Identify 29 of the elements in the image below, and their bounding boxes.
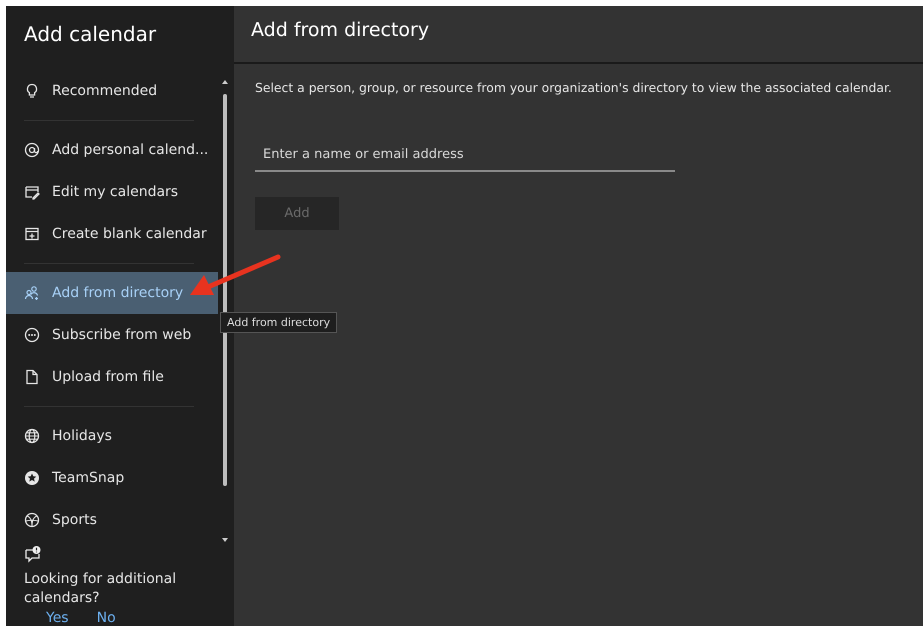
panel-title: Add from directory <box>234 6 923 64</box>
at-sign-icon <box>24 142 40 158</box>
sidebar-item[interactable]: Create blank calendar <box>6 213 218 255</box>
yes-link[interactable]: Yes <box>46 610 69 626</box>
edit-calendar-icon <box>24 184 40 200</box>
bulb-icon <box>24 83 40 99</box>
sidebar-item[interactable]: TeamSnap <box>6 457 218 499</box>
sidebar-item[interactable]: Upload from file <box>6 356 218 398</box>
sidebar-item[interactable]: Add personal calend... <box>6 129 218 171</box>
sidebar-item[interactable]: Edit my calendars <box>6 171 218 213</box>
globe-icon <box>24 428 40 444</box>
name-input-field[interactable]: Enter a name or email address <box>255 138 675 172</box>
description: Select a person, group, or resource from your organization's directory to view the associated calendar. <box>255 80 893 95</box>
ball-icon <box>24 512 40 528</box>
tooltip: Add from directory <box>220 312 338 333</box>
add-calendar-icon <box>24 226 40 242</box>
file-icon <box>24 369 40 385</box>
sidebar-title: Add calendar <box>23 21 158 48</box>
people-icon <box>24 285 40 301</box>
star-circle-icon <box>24 470 40 486</box>
sidebar-item[interactable]: Sports <box>6 499 218 541</box>
no-link[interactable]: No <box>96 610 116 626</box>
sidebar-item[interactable]: Subscribe from web <box>6 314 218 356</box>
sidebar-item[interactable]: Add from directory <box>6 272 218 314</box>
sidebar-item[interactable]: Recommended <box>6 70 218 112</box>
sidebar-item[interactable]: Holidays <box>6 415 218 457</box>
ellipsis-circle-icon <box>24 327 40 343</box>
feedback-icon <box>24 545 42 563</box>
feedback-question: Looking for additional calendars? <box>24 570 178 608</box>
